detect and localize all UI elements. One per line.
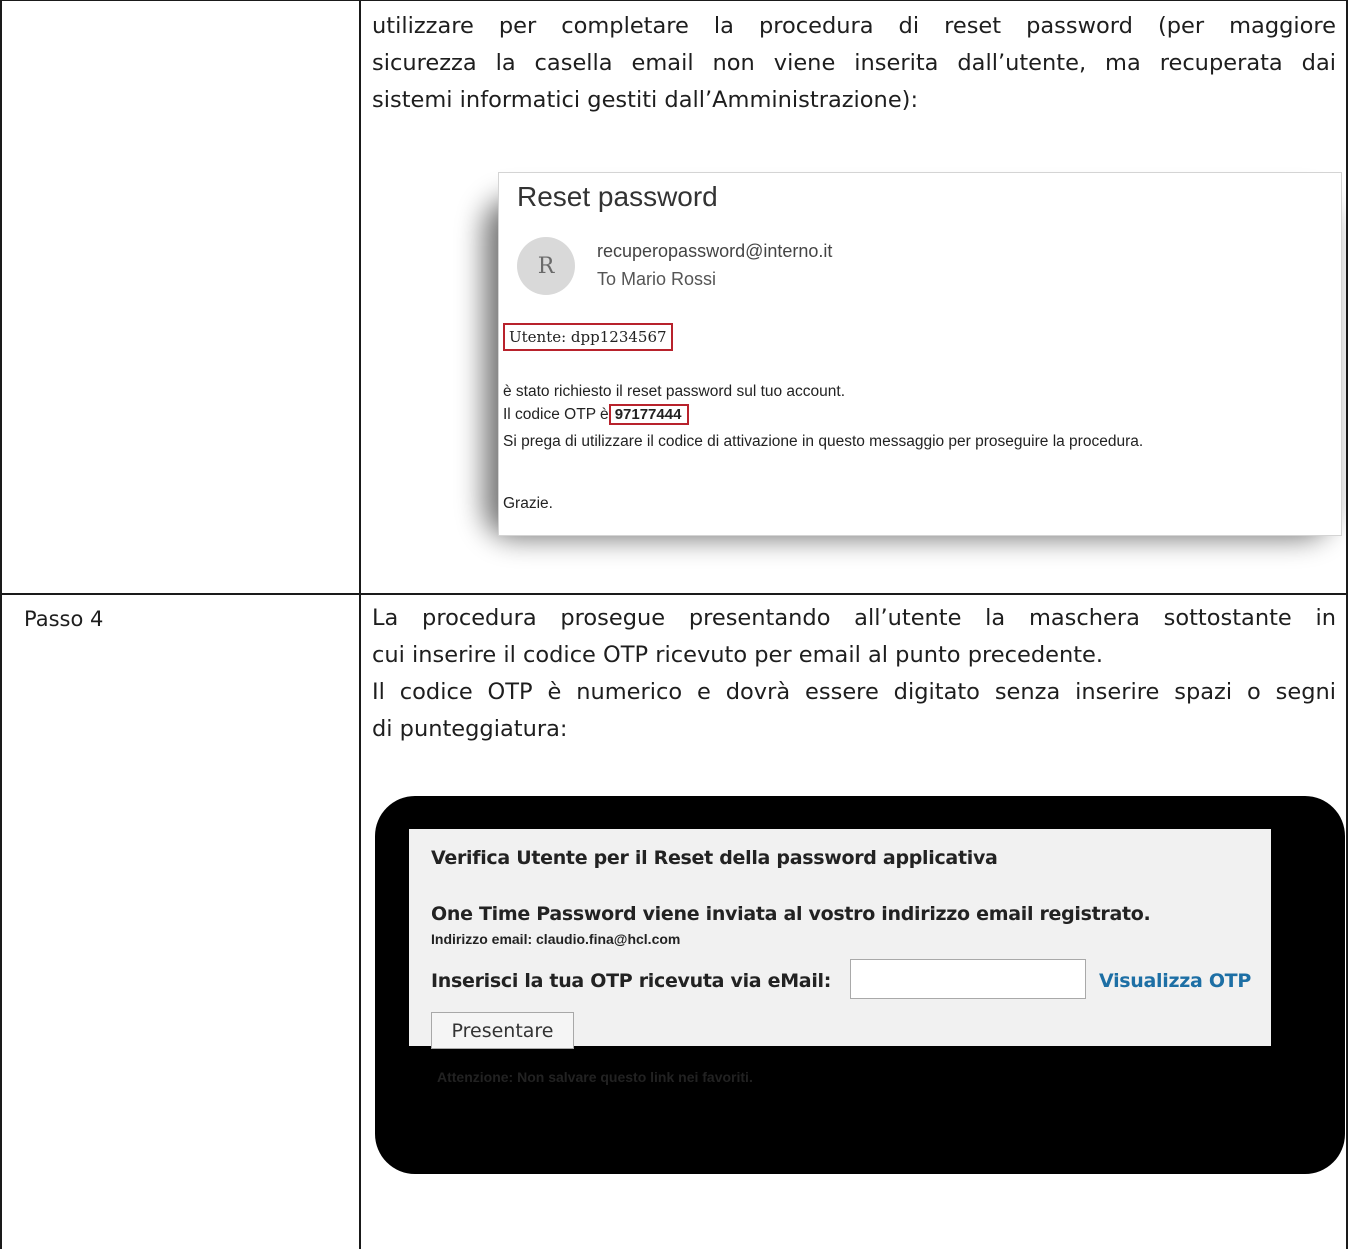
email-recipient: To Mario Rossi <box>597 269 717 289</box>
otp-prefix: Il codice OTP è <box>503 406 609 423</box>
table-border-top <box>0 0 1348 1</box>
submit-button[interactable]: Presentare <box>431 1012 574 1049</box>
email-title: Reset password <box>517 181 718 212</box>
registered-email: Indirizzo email: claudio.fina@hcl.com <box>431 931 681 947</box>
avatar: R <box>517 237 575 295</box>
table-border-left <box>0 0 2 1249</box>
username-highlight: Utente: dpp1234567 <box>503 323 673 351</box>
paragraph-line: di punteggiatura: <box>372 716 568 742</box>
email-body-line: è stato richiesto il reset password sul … <box>503 383 846 400</box>
step-label: Passo 4 <box>24 607 104 631</box>
otp-input-label: Inserisci la tua OTP ricevuta via eMail: <box>431 970 832 992</box>
otp-form-panel: Verifica Utente per il Reset della passw… <box>409 829 1271 1085</box>
table-column-divider <box>359 0 361 1249</box>
email-signoff: Grazie. <box>503 495 553 512</box>
email-screenshot: Reset password R recuperopassword@intern… <box>498 172 1342 536</box>
paragraph-line: sicurezza la casella email non viene ins… <box>372 50 1336 76</box>
otp-input[interactable] <box>850 959 1086 999</box>
show-otp-link[interactable]: Visualizza OTP <box>1099 970 1251 992</box>
paragraph-line: sistemi informatici gestiti dall’Amminis… <box>372 87 919 113</box>
otp-form-subheading: One Time Password viene inviata al vostr… <box>431 903 1151 925</box>
otp-code-highlight: 97177444 <box>608 404 690 425</box>
paragraph-line: Il codice OTP è numerico e dovrà essere … <box>372 679 1336 705</box>
paragraph-line: La procedura prosegue presentando all’ut… <box>372 605 1336 631</box>
bookmark-warning: Attenzione: Non salvare questo link nei … <box>437 1069 753 1085</box>
paragraph-line: utilizzare per completare la procedura d… <box>372 13 1336 39</box>
email-body-line: Si prega di utilizzare il codice di atti… <box>503 433 1144 450</box>
email-otp-line: Il codice OTP è 97177444 <box>503 404 690 425</box>
otp-form-heading: Verifica Utente per il Reset della passw… <box>431 847 998 869</box>
top-paragraph: utilizzare per completare la procedura d… <box>372 8 1336 119</box>
step-paragraph: La procedura prosegue presentando all’ut… <box>372 600 1336 748</box>
table-row-divider <box>0 593 1348 595</box>
email-sender: recuperopassword@interno.it <box>597 241 833 261</box>
paragraph-line: cui inserire il codice OTP ricevuto per … <box>372 642 1104 668</box>
